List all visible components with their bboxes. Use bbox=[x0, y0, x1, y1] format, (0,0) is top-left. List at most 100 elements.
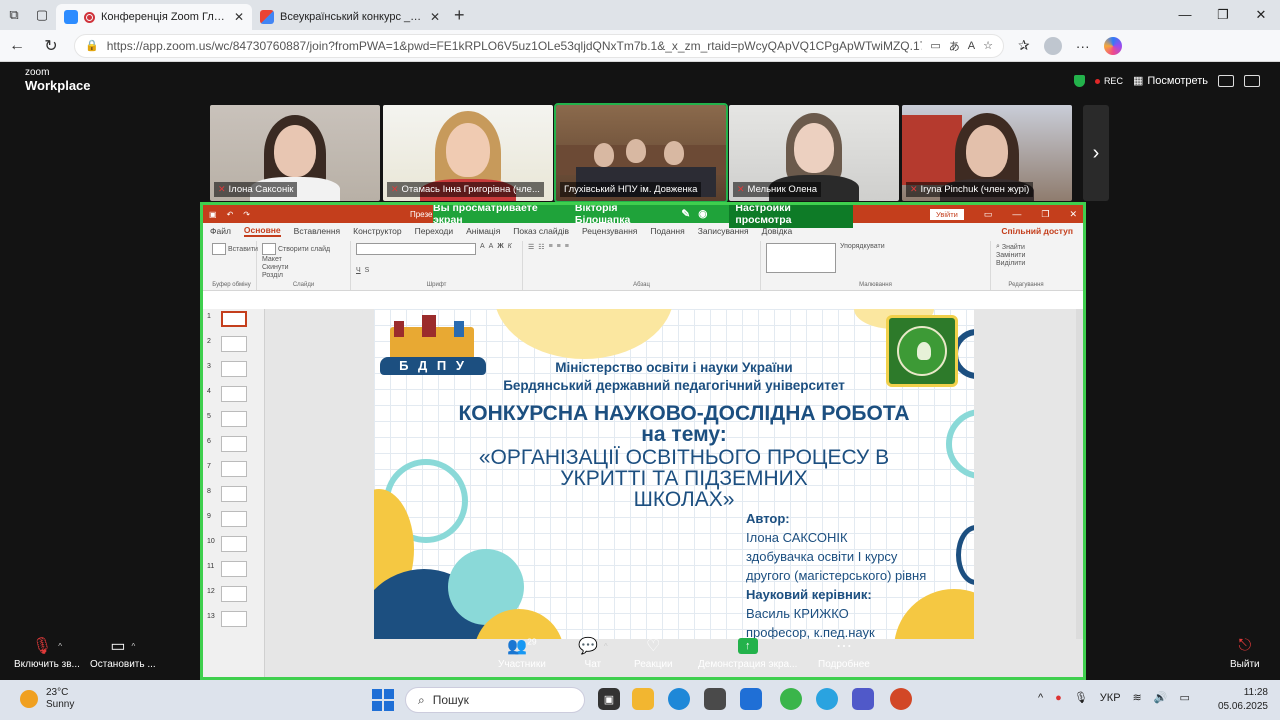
slide-thumbnail[interactable] bbox=[221, 511, 247, 527]
edge-icon[interactable] bbox=[668, 688, 690, 710]
app-icon[interactable] bbox=[740, 688, 762, 710]
pip-icon[interactable] bbox=[1218, 74, 1234, 87]
slide-thumbnail[interactable] bbox=[221, 536, 247, 552]
read-aloud-icon[interactable]: A bbox=[968, 40, 975, 52]
maximize-button[interactable]: ❐ bbox=[1204, 7, 1242, 23]
slide-thumbnail[interactable] bbox=[221, 486, 247, 502]
copilot-icon[interactable] bbox=[1103, 36, 1122, 55]
favorites-icon[interactable]: ✰ bbox=[1018, 37, 1030, 54]
slide-thumbnail[interactable] bbox=[221, 361, 247, 377]
close-tab-icon[interactable]: ✕ bbox=[234, 10, 244, 24]
file-explorer-icon[interactable] bbox=[632, 688, 654, 710]
volume-icon[interactable]: 🔊 bbox=[1154, 691, 1168, 704]
strikethrough-button[interactable]: S bbox=[365, 267, 370, 274]
participant-video[interactable]: ✕ Iryna Pinchuk (член журі) bbox=[902, 105, 1072, 201]
language-indicator[interactable]: УКР bbox=[1100, 692, 1121, 704]
close-tab-icon[interactable]: ✕ bbox=[430, 10, 440, 24]
video-button[interactable]: ▭ ^ Остановить ... bbox=[90, 636, 156, 670]
clock[interactable]: 11:28 05.06.2025 bbox=[1218, 686, 1268, 714]
next-participants-button[interactable]: › bbox=[1083, 105, 1109, 201]
rec-indicator[interactable]: REC bbox=[1094, 76, 1123, 86]
wifi-icon[interactable]: ≋ bbox=[1133, 691, 1142, 704]
font-family-select[interactable] bbox=[356, 243, 476, 255]
slide-thumbnail[interactable] bbox=[221, 411, 247, 427]
participant-video[interactable]: ✕ Отамась Інна Григорівна (чле... bbox=[383, 105, 553, 201]
powerpoint-icon[interactable] bbox=[890, 688, 912, 710]
arrange-button[interactable]: Упорядкувати bbox=[840, 243, 885, 250]
new-tab-button[interactable]: + bbox=[454, 5, 465, 26]
layout-button[interactable]: Макет bbox=[262, 256, 282, 263]
font-size-shrink-icon[interactable]: A bbox=[489, 243, 494, 250]
slide-thumbnail[interactable] bbox=[221, 436, 247, 452]
slide-scrollbar[interactable] bbox=[1076, 309, 1083, 639]
favorite-star-icon[interactable]: ☆ bbox=[983, 39, 993, 52]
share-screen-button[interactable]: ↑ Демонстрация экра... bbox=[698, 636, 797, 670]
italic-button[interactable]: К bbox=[508, 243, 512, 250]
numbering-icon[interactable]: ☷ bbox=[538, 243, 544, 251]
taskbar-search[interactable]: ⌕ Пошук bbox=[405, 687, 585, 713]
view-settings-button[interactable]: Настройки просмотра bbox=[729, 205, 853, 228]
more-button[interactable]: ⋯ Подробнее bbox=[818, 636, 870, 670]
participant-video[interactable]: ✕ Ілона Саксонік bbox=[210, 105, 380, 201]
underline-button[interactable]: Ч bbox=[356, 267, 361, 274]
menu-review[interactable]: Рецензування bbox=[582, 226, 637, 236]
font-size-grow-icon[interactable]: A bbox=[480, 243, 485, 250]
undo-icon[interactable]: ↶ bbox=[227, 210, 234, 219]
paste-button[interactable]: Вставити bbox=[212, 243, 258, 255]
antivirus-icon[interactable]: ● bbox=[1055, 692, 1062, 704]
redo-icon[interactable]: ↷ bbox=[243, 210, 250, 219]
tab-gmail[interactable]: Всеукраїнський конкурс _МЕНЕ ✕ bbox=[252, 4, 448, 30]
slide-thumbnail[interactable] bbox=[221, 586, 247, 602]
mic-button[interactable]: 🎙 ^ Включить зв... bbox=[14, 636, 80, 670]
slide-thumbnail[interactable] bbox=[221, 311, 247, 327]
chevron-up-icon[interactable]: ^ bbox=[58, 642, 62, 651]
battery-icon[interactable]: ▭ bbox=[1179, 691, 1189, 704]
leave-button[interactable]: ⎋ Выйти bbox=[1230, 636, 1260, 670]
slide-thumbnail[interactable] bbox=[221, 386, 247, 402]
slide-thumbnail[interactable] bbox=[221, 561, 247, 577]
select-button[interactable]: Виділити bbox=[996, 260, 1025, 267]
task-view-icon[interactable]: ▣ bbox=[598, 688, 620, 710]
menu-design[interactable]: Конструктор bbox=[353, 226, 401, 236]
chevron-up-icon[interactable]: ^ bbox=[1038, 692, 1043, 704]
shared-screen[interactable]: Вы просматриваете экран Вікторія Білошап… bbox=[200, 202, 1086, 680]
back-button[interactable]: ← bbox=[0, 37, 34, 55]
tab-zoom[interactable]: Конференція Zoom Глухівс ✕ bbox=[56, 4, 252, 30]
participant-video-active-speaker[interactable]: Глухівський НПУ ім. Довженка bbox=[554, 103, 728, 203]
align-center-icon[interactable]: ≡ bbox=[557, 243, 561, 250]
ppt-close-button[interactable]: ✕ bbox=[1069, 209, 1077, 220]
workspaces-icon[interactable]: ⧉ bbox=[0, 0, 28, 30]
weather-widget[interactable]: 23°C Sunny bbox=[20, 687, 74, 711]
minimize-button[interactable]: — bbox=[1166, 7, 1204, 23]
view-button[interactable]: ▦ Посмотреть bbox=[1133, 74, 1208, 88]
section-button[interactable]: Розділ bbox=[262, 272, 283, 279]
find-button[interactable]: ⌕ Знайти bbox=[996, 243, 1025, 251]
bullets-icon[interactable]: ☰ bbox=[528, 243, 534, 251]
ppt-minimize-button[interactable]: — bbox=[1012, 209, 1021, 219]
chat-button[interactable]: 💬 ^ Чат bbox=[578, 636, 608, 670]
menu-view[interactable]: Подання bbox=[650, 226, 684, 236]
menu-file[interactable]: Файл bbox=[210, 226, 231, 236]
align-left-icon[interactable]: ≡ bbox=[549, 243, 553, 250]
fullscreen-icon[interactable] bbox=[1244, 74, 1260, 87]
close-window-button[interactable]: ✕ bbox=[1242, 7, 1280, 23]
bold-button[interactable]: Ж bbox=[497, 243, 503, 250]
shapes-gallery[interactable] bbox=[766, 243, 836, 273]
menu-insert[interactable]: Вставлення bbox=[294, 226, 340, 236]
participants-button[interactable]: 👥29 Участники bbox=[498, 636, 546, 670]
new-slide-button[interactable]: Створити слайд bbox=[262, 243, 330, 255]
teams-icon[interactable] bbox=[852, 688, 874, 710]
telegram-icon[interactable] bbox=[816, 688, 838, 710]
chevron-up-icon[interactable]: ^ bbox=[604, 642, 608, 651]
reactions-button[interactable]: ♡ Реакции bbox=[634, 636, 673, 670]
menu-transitions[interactable]: Переходи bbox=[415, 226, 454, 236]
slide-thumbnail[interactable] bbox=[221, 611, 247, 627]
refresh-button[interactable]: ↻ bbox=[34, 36, 68, 56]
participant-video[interactable]: ✕ Мельник Олена bbox=[729, 105, 899, 201]
replace-button[interactable]: Замінити bbox=[996, 252, 1025, 259]
url-field[interactable]: 🔒 https://app.zoom.us/wc/84730760887/joi… bbox=[74, 33, 1004, 58]
slide-thumbnail[interactable] bbox=[221, 336, 247, 352]
microphone-icon[interactable]: 🎙 bbox=[1074, 691, 1088, 704]
menu-animations[interactable]: Анімація bbox=[466, 226, 500, 236]
security-shield-icon[interactable] bbox=[1073, 74, 1085, 87]
